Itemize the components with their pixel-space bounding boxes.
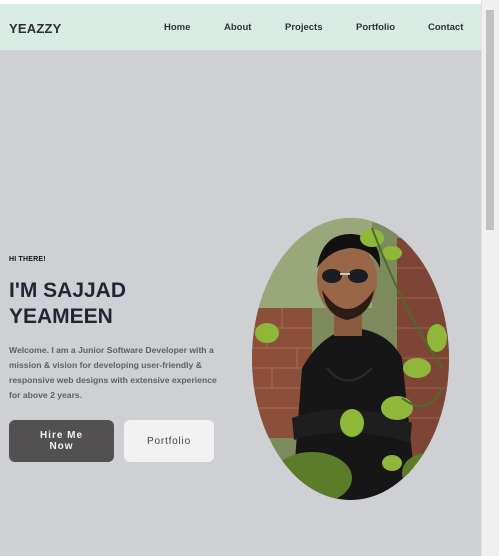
hero-greeting: HI THERE! <box>9 256 46 263</box>
hero-name: I'M SAJJAD YEAMEEN <box>9 278 126 330</box>
nav-link-about[interactable]: About <box>224 22 251 33</box>
hero-name-line-1: I'M SAJJAD <box>9 279 127 302</box>
profile-photo <box>252 218 449 500</box>
nav-link-contact[interactable]: Contact <box>428 22 463 33</box>
brand-logo[interactable]: YEAZZY <box>9 21 61 36</box>
hero-intro: Welcome. I am a Junior Software Develope… <box>9 345 217 400</box>
nav-link-projects[interactable]: Projects <box>285 22 323 33</box>
nav-link-portfolio[interactable]: Portfolio <box>356 22 395 33</box>
nav-link-home[interactable]: Home <box>164 22 190 33</box>
scrollbar[interactable] <box>481 0 499 556</box>
portfolio-button[interactable]: Portfolio <box>124 420 214 462</box>
navbar: YEAZZY Home About Projects Portfolio Con… <box>0 4 481 51</box>
hero-name-line-2: YEAMEEN <box>9 305 113 328</box>
hire-me-button[interactable]: Hire Me Now <box>9 420 114 462</box>
scrollbar-thumb[interactable] <box>486 10 494 230</box>
page-viewport: YEAZZY Home About Projects Portfolio Con… <box>0 0 481 556</box>
